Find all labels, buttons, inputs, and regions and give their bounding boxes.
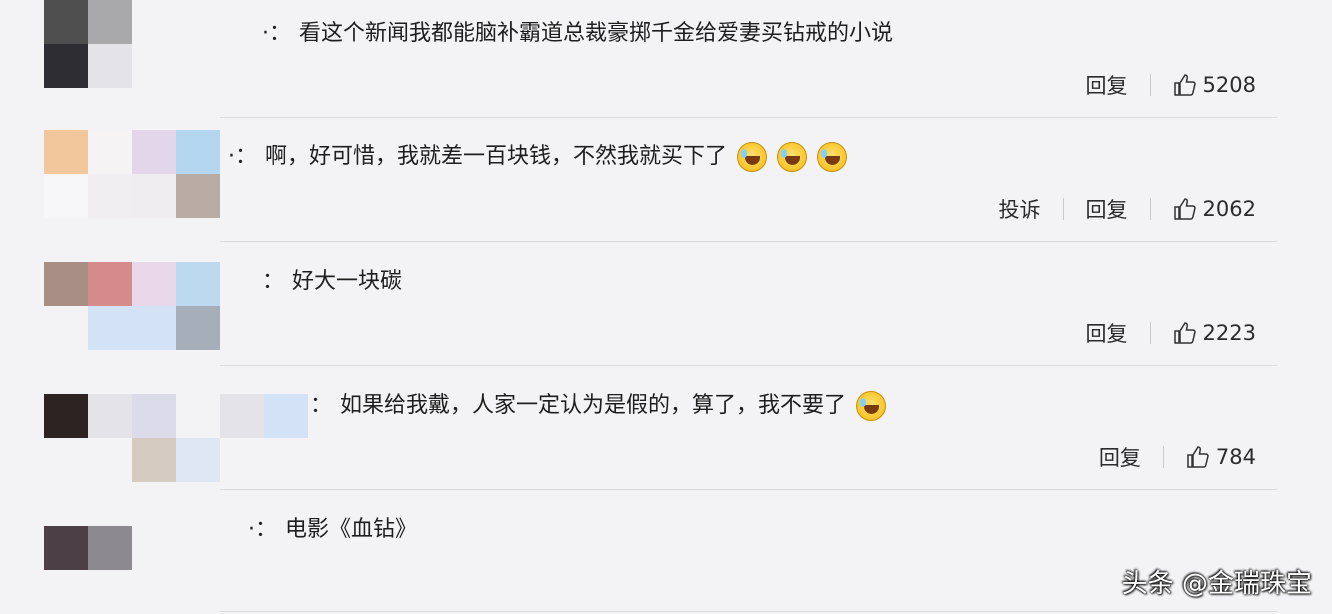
comment-body: 电影《血钻》	[285, 517, 418, 542]
divider-bar	[1062, 198, 1064, 220]
comment-body: 如果给我戴，人家一定认为是假的，算了，我不要了	[340, 393, 847, 418]
comment-actions: 投诉 回复 2062	[999, 194, 1256, 224]
avatar-pixel	[176, 394, 220, 438]
row-divider	[220, 489, 1277, 490]
avatar-pixel	[88, 306, 132, 350]
avatar-pixel	[44, 0, 88, 44]
thumbs-up-icon	[1173, 322, 1196, 344]
avatar-pixel	[44, 44, 88, 88]
reply-button[interactable]: 回复	[1086, 194, 1128, 224]
avatar-pixel	[132, 174, 176, 218]
divider-bar	[1149, 198, 1151, 220]
avatar-pixel	[176, 438, 220, 482]
comment-text: ： 好大一块碳	[262, 268, 402, 296]
colon: ·：	[248, 517, 277, 542]
divider-bar	[1162, 446, 1164, 468]
avatar-pixel	[88, 0, 132, 44]
row-divider	[220, 117, 1277, 118]
comment-text: ： 如果给我戴，人家一定认为是假的，算了，我不要了	[310, 391, 887, 421]
avatar-pixel	[132, 394, 176, 438]
watermark: 头条 @金瑞珠宝	[1121, 569, 1312, 599]
comment-text: ·： 电影《血钻》	[248, 516, 417, 544]
avatar-pixel	[88, 44, 132, 88]
like-button[interactable]: 784	[1186, 445, 1256, 469]
avatar-pixel	[44, 438, 88, 482]
avatar[interactable]	[44, 526, 132, 570]
avatar-pixel	[44, 174, 88, 218]
avatar[interactable]	[44, 130, 220, 218]
colon: ·：	[228, 144, 257, 169]
reply-button[interactable]: 回复	[1086, 70, 1128, 100]
like-count: 2062	[1202, 197, 1256, 221]
colon: ：	[262, 269, 285, 294]
avatar-pixel	[264, 394, 308, 438]
avatar[interactable]	[44, 0, 132, 88]
report-button[interactable]: 投诉	[999, 194, 1041, 224]
comment-body: 好大一块碳	[292, 269, 403, 294]
avatar-pixel	[176, 130, 220, 174]
like-button[interactable]: 2062	[1173, 197, 1256, 221]
divider-bar	[1149, 322, 1151, 344]
avatar-pixel	[132, 438, 176, 482]
comment-actions: 回复 5208	[1086, 70, 1256, 100]
row-divider	[220, 611, 1277, 612]
comment-text: ·： 看这个新闻我都能脑补霸道总裁豪掷千金给爱妻买钻戒的小说	[262, 20, 893, 48]
avatar-pixel	[44, 130, 88, 174]
colon: ·：	[262, 21, 291, 46]
avatar-pixel	[88, 438, 132, 482]
like-button[interactable]: 2223	[1173, 321, 1256, 345]
laughing-crying-emoji-icon	[856, 391, 887, 421]
avatar-pixel	[88, 174, 132, 218]
row-divider	[220, 241, 1277, 242]
laughing-crying-emoji-icon	[777, 142, 808, 172]
like-count: 5208	[1202, 73, 1256, 97]
comment-text: ·： 啊，好可惜，我就差一百块钱，不然我就买下了	[228, 142, 848, 172]
avatar-pixel	[176, 174, 220, 218]
thumbs-up-icon	[1187, 446, 1209, 468]
avatar-pixel	[220, 394, 264, 438]
avatar-pixel	[176, 306, 220, 350]
avatar-pixel	[132, 262, 176, 306]
like-button[interactable]: 5208	[1173, 73, 1256, 97]
avatar-pixel	[88, 394, 132, 438]
reply-button[interactable]: 回复	[1099, 442, 1141, 472]
divider-bar	[1149, 74, 1151, 96]
laughing-crying-emoji-icon	[817, 142, 848, 172]
avatar-pixel	[44, 526, 88, 570]
comment-actions: 回复 2223	[1086, 318, 1256, 348]
avatar-pixel	[176, 262, 220, 306]
avatar-pixel	[220, 262, 264, 306]
avatar-pixel	[44, 306, 88, 350]
avatar-pixel	[132, 130, 176, 174]
colon: ：	[310, 393, 333, 418]
avatar-pixel	[44, 394, 88, 438]
thumbs-up-icon	[1173, 74, 1196, 96]
avatar-pixel	[44, 262, 88, 306]
comment-body: 看这个新闻我都能脑补霸道总裁豪掷千金给爱妻买钻戒的小说	[299, 21, 894, 46]
comment-actions: 回复 784	[1099, 442, 1256, 472]
avatar-pixel	[88, 130, 132, 174]
like-count: 2223	[1202, 321, 1256, 345]
laughing-crying-emoji-icon	[737, 142, 768, 172]
comment-body: 啊，好可惜，我就差一百块钱，不然我就买下了	[265, 144, 728, 169]
avatar-pixel	[88, 526, 132, 570]
avatar-pixel	[132, 306, 176, 350]
avatar-pixel	[88, 262, 132, 306]
avatar[interactable]	[44, 262, 264, 350]
avatar[interactable]	[44, 394, 308, 482]
like-count: 784	[1215, 445, 1256, 469]
reply-button[interactable]: 回复	[1086, 318, 1128, 348]
row-divider	[220, 365, 1277, 366]
thumbs-up-icon	[1173, 198, 1196, 220]
